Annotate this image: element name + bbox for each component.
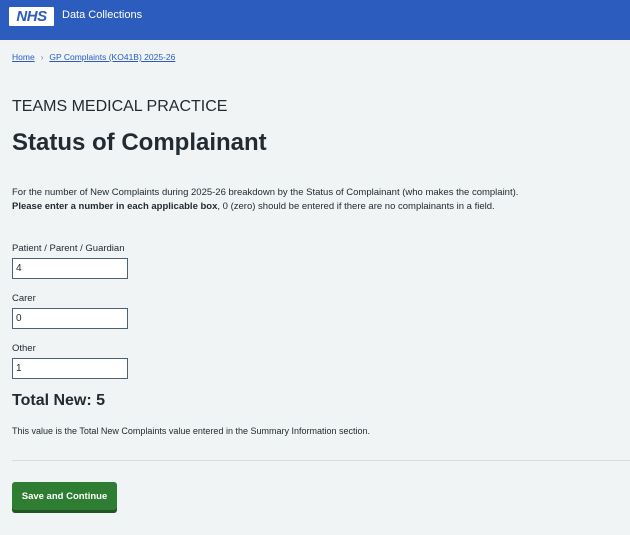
intro-line-2: Please enter a number in each applicable… — [12, 200, 622, 214]
page-title: Status of Complainant — [12, 129, 267, 156]
service-name[interactable]: Data Collections — [62, 9, 142, 21]
patient-field-label: Patient / Parent / Guardian — [12, 243, 125, 254]
intro-instruction-rest: , 0 (zero) should be entered if there ar… — [217, 201, 495, 212]
save-and-continue-button[interactable]: Save and Continue — [12, 482, 117, 510]
site-header: NHS Data Collections — [0, 0, 630, 40]
section-divider — [12, 460, 630, 461]
total-new: Total New: 5 — [12, 392, 106, 409]
intro-text: For the number of New Complaints during … — [12, 186, 622, 214]
carer-count-input[interactable] — [12, 308, 128, 329]
total-note: This value is the Total New Complaints v… — [12, 426, 371, 436]
patient-count-input[interactable] — [12, 258, 128, 279]
breadcrumb-collection-link[interactable]: GP Complaints (KO41B) 2025-26 — [49, 52, 175, 62]
carer-field-label: Carer — [12, 293, 36, 304]
chevron-right-icon: › — [40, 52, 44, 62]
breadcrumb-home-link[interactable]: Home — [12, 52, 35, 62]
organisation-name: TEAMS MEDICAL PRACTICE — [12, 98, 228, 115]
intro-line-1: For the number of New Complaints during … — [12, 187, 519, 198]
other-field-label: Other — [12, 343, 36, 354]
breadcrumb: Home › GP Complaints (KO41B) 2025-26 — [12, 52, 175, 62]
other-count-input[interactable] — [12, 358, 128, 379]
nhs-logo-text: NHS — [16, 8, 47, 25]
nhs-logo[interactable]: NHS — [9, 7, 54, 26]
intro-instruction-bold: Please enter a number in each applicable… — [12, 201, 218, 212]
